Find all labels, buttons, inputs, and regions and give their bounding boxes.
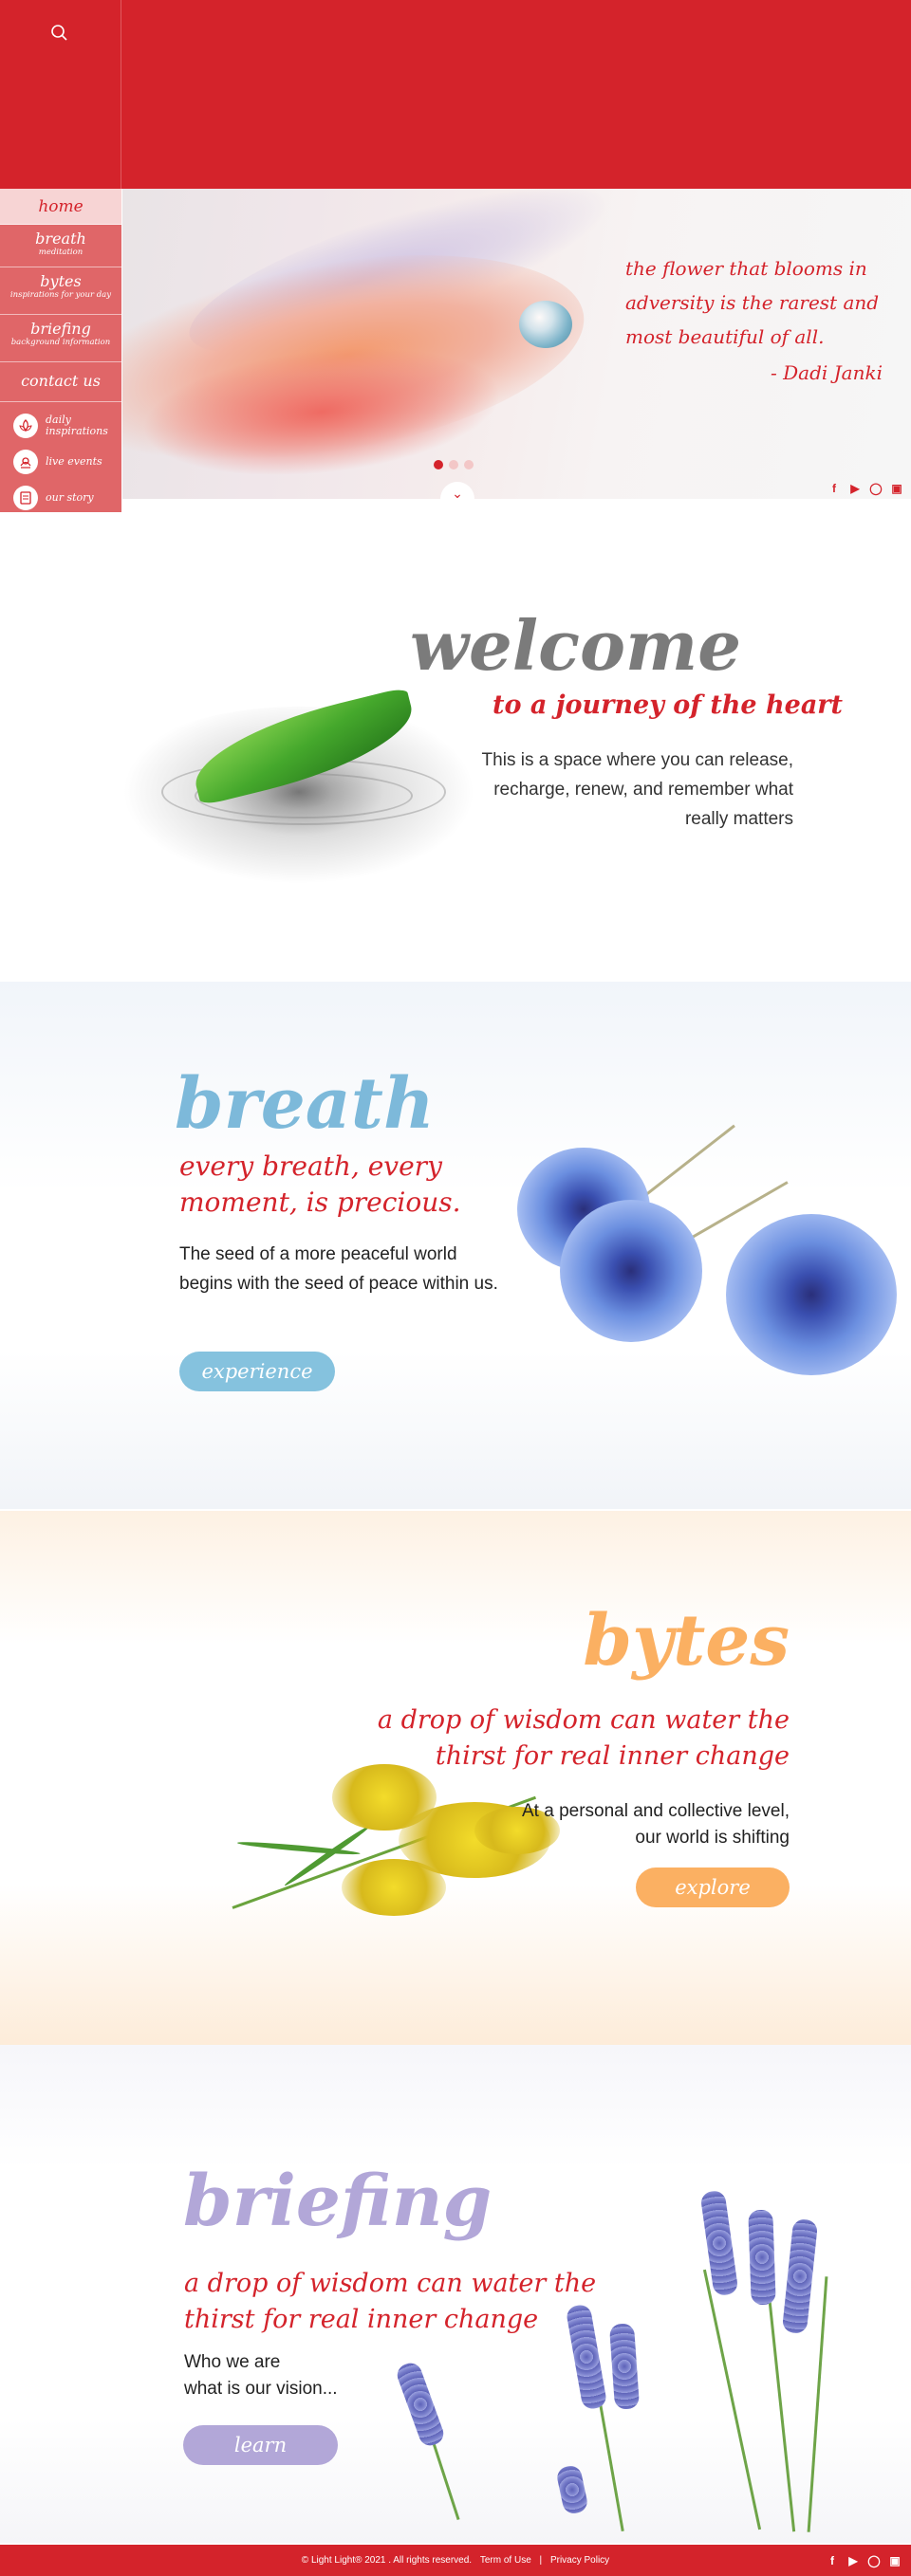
sidebar-header [0, 0, 121, 189]
slider-dot[interactable] [464, 460, 474, 469]
footer-separator: | [539, 2555, 543, 2566]
youtube-icon[interactable]: ▶ [846, 2554, 860, 2567]
briefing-subtitle: a drop of wisdom can water the thirst fo… [184, 2269, 597, 2334]
copyright-text: © Light Light® 2021 . All rights reserve… [301, 2555, 473, 2566]
welcome-text: This is a space where you can release, r… [481, 750, 793, 829]
slider-dot[interactable] [449, 460, 458, 469]
footer-text: © Light Light® 2021 . All rights reserve… [0, 2545, 911, 2576]
breath-text: The seed of a more peaceful world begins… [179, 1244, 498, 1294]
social-links: f ▶ ◯ ▣ [827, 482, 903, 495]
sidebar-item-bytes[interactable]: bytes inspirations for your day [0, 267, 121, 315]
live-events-icon [13, 450, 38, 474]
facebook-icon[interactable]: f [827, 482, 841, 495]
story-icon [13, 486, 38, 510]
explore-button[interactable]: explore [636, 1868, 790, 1907]
youtube-icon[interactable]: ▶ [848, 482, 862, 495]
sidebar-extra-label: live events [46, 455, 102, 468]
sidebar-item-label: bytes [40, 272, 82, 290]
search-icon[interactable] [47, 21, 72, 46]
cornflower-image [726, 1214, 897, 1375]
lotus-icon [13, 414, 38, 438]
bytes-text: At a personal and collective level, our … [522, 1801, 790, 1848]
bytes-section [0, 1511, 911, 2045]
sidebar-extra-label: daily inspirations [46, 414, 108, 437]
bytes-title: bytes [583, 1600, 790, 1682]
sidebar-item-contact[interactable]: contact us [0, 362, 121, 402]
footer-social-links: f ▶ ◯ ▣ [826, 2554, 902, 2567]
sidebar-item-sublabel: background information [10, 338, 111, 347]
app-icon[interactable]: ▣ [890, 482, 903, 495]
hero-quote-author: - Dadi Janki [771, 361, 883, 384]
sidebar-item-sublabel: meditation [38, 248, 84, 257]
briefing-text: Who we are what is our vision... [184, 2352, 338, 2399]
terms-link[interactable]: Term of Use [480, 2555, 531, 2566]
sidebar-item-live-events[interactable]: live events [0, 444, 121, 480]
breath-title: breath [175, 1063, 435, 1145]
app-icon[interactable]: ▣ [888, 2554, 902, 2567]
top-header [0, 0, 911, 189]
bytes-subtitle: a drop of wisdom can water the thirst fo… [377, 1705, 790, 1771]
hero-slider: the flower that blooms in adversity is t… [122, 189, 911, 499]
breath-subtitle: every breath, every moment, is precious. [179, 1150, 461, 1218]
privacy-link[interactable]: Privacy Policy [550, 2555, 609, 2566]
sidebar-item-breath[interactable]: breath meditation [0, 225, 121, 267]
instagram-icon[interactable]: ◯ [869, 482, 883, 495]
welcome-subtitle: to a journey of the heart [493, 690, 844, 720]
scroll-down-chevron-icon[interactable]: ⌄ [440, 482, 474, 499]
sidebar-item-sublabel: inspirations for your day [9, 290, 112, 300]
briefing-title: briefing [183, 2161, 493, 2242]
hyacinth-image [748, 2209, 776, 2306]
sidebar-item-briefing[interactable]: briefing background information [0, 315, 121, 362]
sidebar-item-home[interactable]: home [0, 189, 121, 225]
cornflower-image [560, 1200, 702, 1342]
footer: © Light Light® 2021 . All rights reserve… [0, 2545, 911, 2576]
water-drop-image [519, 301, 572, 348]
slider-dot[interactable] [434, 460, 443, 469]
facebook-icon[interactable]: f [826, 2554, 839, 2567]
sidebar-item-label: breath [35, 230, 86, 248]
sidebar-item-our-story[interactable]: our story [0, 480, 121, 516]
sidebar-item-label: briefing [30, 320, 91, 338]
experience-button[interactable]: experience [179, 1352, 335, 1391]
welcome-title: welcome [410, 605, 741, 686]
slider-dots [434, 460, 474, 469]
sidebar-item-daily-inspirations[interactable]: daily inspirations [0, 408, 121, 444]
learn-button[interactable]: learn [183, 2425, 338, 2465]
hero-quote: the flower that blooms in adversity is t… [625, 257, 880, 348]
instagram-icon[interactable]: ◯ [867, 2554, 881, 2567]
goldenrod-image [342, 1859, 446, 1916]
sidebar-nav: home breath meditation bytes inspiration… [0, 189, 121, 512]
sidebar-extra-label: our story [46, 491, 94, 504]
